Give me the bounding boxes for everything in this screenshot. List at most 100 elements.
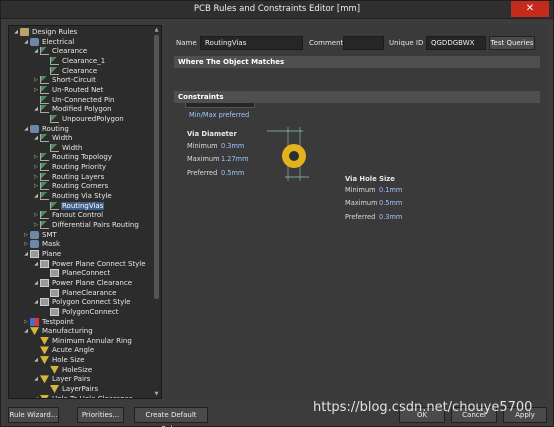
- tree-item[interactable]: RoutingVias: [42, 201, 105, 212]
- via-diameter-max-value[interactable]: 1.27mm: [221, 155, 249, 163]
- expand-icon[interactable]: ▷: [32, 211, 40, 221]
- tree-item[interactable]: ▷ Routing Priority: [32, 163, 107, 173]
- tree-item[interactable]: Clearance_1: [42, 56, 106, 67]
- constraint-mode-label: Min/Max preferred: [189, 111, 250, 119]
- rule-wizard-button[interactable]: Rule Wizard...: [8, 407, 59, 423]
- create-default-rules-button[interactable]: Create Default Rules: [134, 407, 208, 427]
- tree-item[interactable]: PlaneConnect: [42, 269, 111, 279]
- tree-item-label: Plane: [42, 249, 62, 258]
- tree-item[interactable]: Minimum Annular Ring: [32, 336, 133, 347]
- expand-icon[interactable]: ▷: [22, 318, 30, 328]
- collapse-icon[interactable]: ◢: [32, 47, 40, 57]
- collapse-icon[interactable]: ◢: [32, 356, 40, 366]
- collapse-icon[interactable]: ◢: [22, 125, 30, 135]
- comment-field[interactable]: [343, 36, 384, 50]
- collapse-icon[interactable]: ◢: [22, 327, 30, 337]
- via-diameter-pref-value[interactable]: 0.5mm: [221, 169, 244, 177]
- close-icon[interactable]: ✕: [511, 1, 549, 17]
- collapse-icon[interactable]: ◢: [32, 192, 40, 202]
- rule-icon: [40, 163, 49, 172]
- tree-item[interactable]: ▷ Differential Pairs Routing: [32, 221, 140, 231]
- collapse-icon[interactable]: ◢: [12, 28, 20, 38]
- tree-item-label: Fanout Control: [52, 211, 104, 220]
- via-hole-min-value[interactable]: 0.1mm: [379, 186, 402, 194]
- tree-item[interactable]: HoleSize: [42, 365, 93, 376]
- tree-item[interactable]: Un-Connected Pin: [32, 95, 115, 106]
- via-diameter-min-label: Minimum: [187, 142, 218, 150]
- title-bar: PCB Rules and Constraints Editor [mm] ✕: [1, 1, 553, 19]
- tree-item[interactable]: Width: [42, 143, 83, 154]
- expand-icon[interactable]: ▷: [32, 153, 40, 163]
- collapse-icon[interactable]: ◢: [22, 38, 30, 48]
- tree-item[interactable]: ▷ Routing Layers: [32, 172, 105, 183]
- rule-icon: [40, 76, 49, 85]
- tree-item[interactable]: PolygonConnect: [42, 307, 119, 318]
- tree-item[interactable]: ◢ Plane: [22, 249, 62, 260]
- box-rule-icon: [40, 298, 49, 307]
- tree-item[interactable]: ▷ Routing Corners: [32, 182, 109, 192]
- tree-item[interactable]: ◢ Routing Via Style: [32, 192, 113, 202]
- collapse-icon[interactable]: ◢: [32, 260, 40, 270]
- expand-icon[interactable]: ▷: [32, 182, 40, 192]
- tree-item[interactable]: ◢ Manufacturing: [22, 327, 94, 337]
- via-diagram: [267, 127, 309, 181]
- tree-item[interactable]: ◢ Polygon Connect Style: [32, 298, 131, 308]
- tree-item[interactable]: ◢ Electrical: [22, 37, 75, 48]
- tree-item[interactable]: PlaneClearance: [42, 288, 117, 299]
- priorities-button[interactable]: Priorities...: [77, 407, 124, 423]
- tree-scrollbar[interactable]: ▲ ▼: [153, 27, 160, 397]
- tree-item[interactable]: ◢ Hole Size: [32, 356, 85, 366]
- tree-item[interactable]: ◢ Width: [32, 134, 73, 144]
- rule-icon: [40, 172, 49, 181]
- tree-item-label: Routing Via Style: [52, 192, 112, 201]
- tree-item[interactable]: ▷ Short-Circuit: [32, 76, 97, 86]
- tree-item[interactable]: LayerPairs: [42, 385, 99, 395]
- tree-item[interactable]: Acute Angle: [32, 346, 95, 356]
- collapse-icon[interactable]: ◢: [32, 298, 40, 308]
- scroll-thumb[interactable]: [154, 35, 159, 299]
- expand-icon[interactable]: ▷: [32, 76, 40, 86]
- tree-item[interactable]: ◢ Modified Polygon: [32, 105, 113, 115]
- collapse-icon[interactable]: ◢: [32, 105, 40, 115]
- expand-icon[interactable]: ▷: [22, 231, 30, 241]
- via-hole-max-value[interactable]: 0.5mm: [379, 199, 402, 207]
- tree-item[interactable]: ▷ Mask: [22, 240, 61, 250]
- tree-item[interactable]: ▷ Fanout Control: [32, 211, 104, 221]
- collapse-icon[interactable]: ◢: [32, 134, 40, 144]
- expand-icon[interactable]: ▷: [32, 221, 40, 231]
- via-hole-pref-value[interactable]: 0.3mm: [379, 213, 402, 221]
- collapse-icon[interactable]: ◢: [32, 279, 40, 289]
- tree-item[interactable]: ◢ Power Plane Connect Style: [32, 259, 147, 270]
- scroll-up-icon[interactable]: ▲: [153, 27, 160, 33]
- collapse-icon[interactable]: ◢: [22, 250, 30, 260]
- tree-item[interactable]: Clearance: [42, 66, 98, 77]
- expand-icon[interactable]: ▷: [32, 173, 40, 183]
- tree-item[interactable]: ◢ Hole To Hole Clearance: [32, 394, 134, 398]
- test-queries-button[interactable]: Test Queries: [489, 36, 535, 50]
- collapse-icon[interactable]: ◢: [32, 375, 40, 385]
- expand-icon[interactable]: ▷: [32, 163, 40, 173]
- expand-icon[interactable]: ▷: [22, 240, 30, 250]
- tree-item-label: Differential Pairs Routing: [52, 221, 139, 229]
- rules-tree[interactable]: ◢ Design Rules ◢ Electrical ◢ Clearance Cleara…: [8, 25, 162, 399]
- tree-item[interactable]: UnpouredPolygon: [42, 114, 125, 125]
- collapse-icon[interactable]: ◢: [32, 395, 40, 398]
- tree-item[interactable]: ▷ SMT: [22, 230, 58, 241]
- name-field[interactable]: RoutingVias: [200, 36, 303, 50]
- scroll-down-icon[interactable]: ▼: [153, 391, 160, 397]
- tree-item[interactable]: ▷ Un-Routed Net: [32, 85, 104, 96]
- tree-item[interactable]: ◢ Clearance: [32, 47, 88, 57]
- expand-icon[interactable]: ▷: [32, 86, 40, 96]
- tree-item[interactable]: ◢ Layer Pairs: [32, 375, 91, 385]
- tree-item-label: Width: [62, 143, 83, 152]
- via-hole-title: Via Hole Size: [345, 175, 395, 183]
- tree-item[interactable]: ▷ Routing Topology: [32, 153, 113, 163]
- unique-id-field[interactable]: QGDDGBWX: [426, 36, 486, 50]
- rule-icon: [40, 95, 49, 104]
- tree-item[interactable]: ◢ Routing: [22, 124, 70, 135]
- tree-item[interactable]: ▷ Testpoint: [22, 317, 75, 328]
- tree-item[interactable]: ◢ Design Rules: [12, 28, 78, 38]
- tree-item[interactable]: ◢ Power Plane Clearance: [32, 278, 133, 289]
- tree-item-label: Acute Angle: [52, 346, 95, 355]
- via-diameter-min-value[interactable]: 0.3mm: [221, 142, 244, 150]
